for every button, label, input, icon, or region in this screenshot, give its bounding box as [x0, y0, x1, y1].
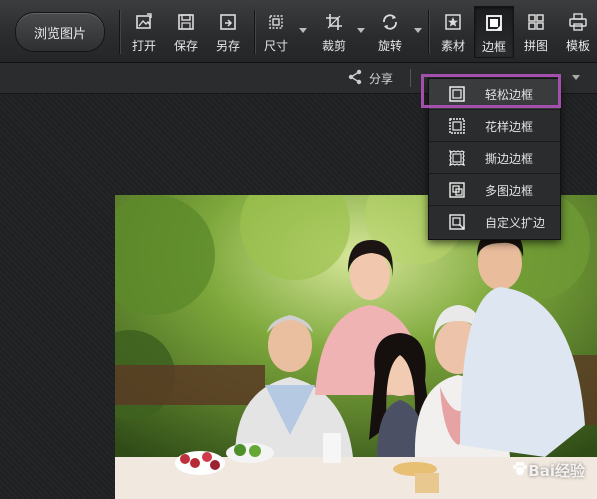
menu-item-label: 自定义扩边: [485, 215, 546, 230]
template-printer-icon: [568, 12, 588, 32]
custom-extend-frame-icon: [449, 214, 465, 230]
template-label: 模板: [565, 39, 590, 53]
open-label: 打开: [131, 39, 156, 53]
rotate-button[interactable]: 旋转: [372, 6, 408, 56]
collage-button[interactable]: 拼图: [518, 6, 554, 56]
baidu-jingyan-watermark: Bai经验: [512, 460, 585, 481]
save-button[interactable]: 保存: [168, 6, 204, 56]
save-as-icon: [218, 12, 238, 32]
main-toolbar: 浏览图片 打开 保存 另存 尺寸 裁剪 旋转 素材 边框 拼图 模板: [0, 0, 597, 63]
toolbar-separator: [119, 10, 120, 54]
toolbar-separator: [254, 10, 255, 54]
crop-dropdown-caret-icon[interactable]: [357, 28, 365, 33]
border-frame-icon: [484, 13, 504, 33]
open-button[interactable]: 打开: [126, 6, 162, 56]
menu-item-multi-image-frame[interactable]: 多图边框: [429, 175, 560, 206]
multi-image-frame-icon: [449, 182, 465, 198]
watermark-text: Bai经验: [528, 462, 585, 480]
pattern-frame-icon: [449, 118, 465, 134]
share-icon: [347, 69, 363, 88]
crop-button[interactable]: 裁剪: [316, 6, 352, 56]
save-icon: [176, 12, 196, 32]
template-button[interactable]: 模板: [560, 6, 596, 56]
collage-grid-icon: [526, 12, 546, 32]
toolbar-separator: [428, 10, 429, 54]
subbar-separator: [410, 69, 411, 87]
menu-item-torn-edge-frame[interactable]: 撕边边框: [429, 143, 560, 174]
resize-label: 尺寸: [263, 39, 288, 53]
material-label: 素材: [440, 39, 465, 53]
open-image-icon: [134, 12, 154, 32]
crop-label: 裁剪: [321, 39, 346, 53]
crop-icon: [324, 12, 344, 32]
menu-item-custom-extend-frame[interactable]: 自定义扩边: [429, 207, 560, 237]
share-label: 分享: [369, 72, 394, 86]
menu-item-label: 花样边框: [485, 119, 534, 134]
menu-item-label: 多图边框: [485, 183, 534, 198]
save-label: 保存: [173, 39, 198, 53]
material-star-icon: [443, 12, 463, 32]
rotate-dropdown-caret-icon[interactable]: [414, 28, 422, 33]
torn-edge-frame-icon: [449, 150, 465, 166]
browse-images-button[interactable]: 浏览图片: [15, 12, 105, 52]
resize-icon: [266, 12, 286, 32]
family-photo-illustration: [115, 195, 597, 499]
resize-dropdown-caret-icon[interactable]: [299, 28, 307, 33]
rotate-icon: [380, 12, 400, 32]
paw-logo-icon: [512, 461, 528, 481]
material-button[interactable]: 素材: [435, 6, 471, 56]
menu-item-pattern-frame[interactable]: 花样边框: [429, 111, 560, 142]
rotate-label: 旋转: [377, 39, 402, 53]
save-as-label: 另存: [215, 39, 240, 53]
save-as-button[interactable]: 另存: [210, 6, 246, 56]
menu-item-label: 撕边边框: [485, 151, 534, 166]
border-label: 边框: [481, 40, 506, 54]
more-dropdown-caret-icon[interactable]: [572, 75, 580, 80]
family-photo[interactable]: Bai经验: [115, 195, 597, 499]
resize-button[interactable]: 尺寸: [259, 6, 293, 56]
selection-highlight-box: [421, 74, 561, 108]
border-button[interactable]: 边框: [474, 6, 514, 58]
share-button[interactable]: 分享: [347, 69, 393, 88]
collage-label: 拼图: [523, 39, 548, 53]
